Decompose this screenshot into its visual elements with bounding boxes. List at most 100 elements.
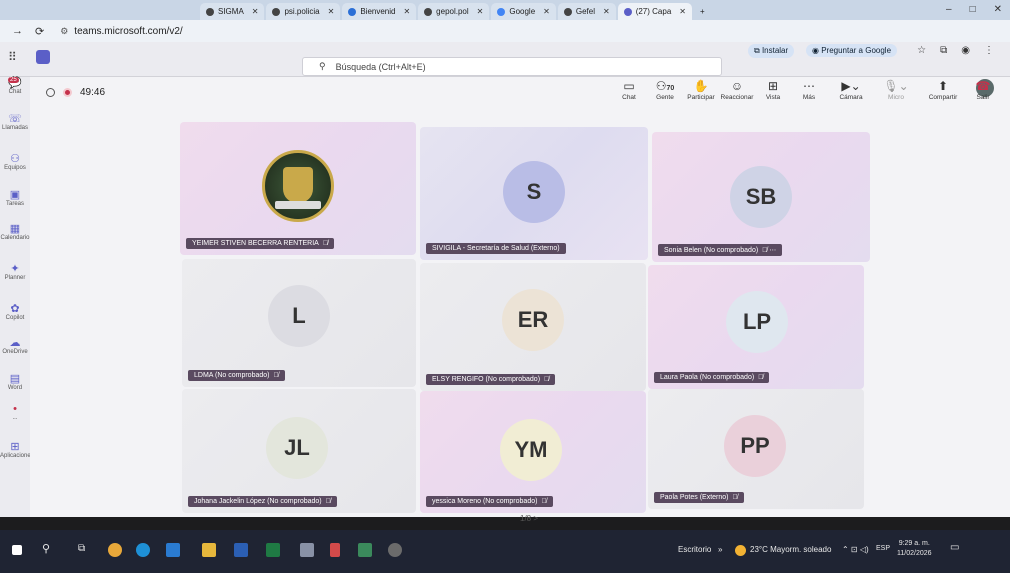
avatar: SB xyxy=(730,166,792,228)
chat-icon: ▭ xyxy=(623,79,635,93)
extensions-icon[interactable]: ⧉ xyxy=(940,45,947,56)
avatar: S xyxy=(503,161,565,223)
rail-item-onedrive[interactable]: ☁ OneDrive xyxy=(0,337,30,355)
rail-item-word[interactable]: ▤ Word xyxy=(0,373,30,391)
close-icon[interactable]: ✕ xyxy=(603,7,610,16)
windows-start-icon[interactable] xyxy=(12,545,22,555)
app-icon[interactable] xyxy=(358,543,372,557)
excel-icon[interactable] xyxy=(266,543,280,557)
close-icon[interactable]: ✕ xyxy=(477,7,484,16)
camera-off-icon: ▶⌄ xyxy=(841,79,861,93)
participant-tile[interactable]: PP Paola Potes (Externo) 🎙̸ xyxy=(648,389,864,509)
rail-item-copilot[interactable]: ✿ Copilot xyxy=(0,303,30,321)
browser-tab[interactable]: psi.policia ✕ xyxy=(266,3,341,20)
weather-text[interactable]: 23°C Mayorm. soleado xyxy=(750,545,831,554)
ask-google-button[interactable]: ◉ Preguntar a Google xyxy=(806,44,898,57)
site-settings-icon[interactable]: ⚙ xyxy=(60,26,68,37)
participant-tile[interactable]: YM yessica Moreno (No comprobado) 🎙̸ xyxy=(420,391,646,513)
participant-tile[interactable]: JL Johana Jackelin López (No comprobado)… xyxy=(182,389,416,513)
star-icon[interactable]: ☆ xyxy=(917,45,926,56)
close-icon[interactable]: ✕ xyxy=(403,7,410,16)
file-explorer-icon[interactable] xyxy=(202,543,216,557)
rail-item-planner[interactable]: ✦ Planner xyxy=(0,263,30,281)
store-icon[interactable] xyxy=(166,543,180,557)
reload-icon[interactable]: ⟳ xyxy=(35,25,44,38)
browser-tab-strip: SIGMA ✕ psi.policia ✕ Bienvenid ✕ gepol.pol… xyxy=(0,0,1010,20)
react-button[interactable]: ☺ Reaccionar xyxy=(720,79,754,101)
app-icon[interactable] xyxy=(388,543,402,557)
participant-tile[interactable]: YEIMER STIVEN BECERRA RENTERIA 🎙̸ xyxy=(180,122,416,255)
close-window-icon[interactable]: ✕ xyxy=(994,4,1002,15)
word-icon[interactable] xyxy=(234,543,248,557)
new-tab-label: + xyxy=(699,7,705,16)
tool-label: Micro xyxy=(888,94,904,101)
tray-icons[interactable]: ⌃ ⊡ ◁) xyxy=(842,545,869,554)
url-text: teams.microsoft.com/v2/ xyxy=(74,25,183,37)
app-icon[interactable] xyxy=(300,543,314,557)
rail-item-chat[interactable]: 25 💬 Chat xyxy=(0,77,30,95)
rail-label: Tareas xyxy=(5,201,24,207)
participant-tile[interactable]: ER ELSY RENGIFO (No comprobado) 🎙̸ xyxy=(420,263,646,391)
camera-button[interactable]: ▶⌄ Cámara xyxy=(828,79,874,101)
chevron-icon[interactable]: » xyxy=(718,545,722,554)
edge-icon[interactable] xyxy=(136,543,150,557)
paint-icon[interactable] xyxy=(330,543,340,557)
browser-tab[interactable]: Gefel ✕ xyxy=(557,3,616,20)
close-icon[interactable]: ✕ xyxy=(328,7,335,16)
mic-button[interactable]: 🎙⌄ Micro xyxy=(876,79,916,101)
avatar: PP xyxy=(724,415,786,477)
share-button[interactable]: ⬆ Compartir xyxy=(918,79,968,101)
gallery-pager[interactable]: 1/8 > xyxy=(520,514,538,523)
task-view-icon[interactable]: ⧉ xyxy=(78,543,85,554)
language-indicator[interactable]: ESP xyxy=(876,545,890,552)
browser-tab[interactable]: Bienvenid ✕ xyxy=(342,3,417,20)
maximize-icon[interactable]: □ xyxy=(970,4,976,15)
browser-tab[interactable]: SIGMA ✕ xyxy=(200,3,265,20)
rail-item-calendar[interactable]: ▦ Calendario xyxy=(0,223,30,241)
forward-icon[interactable]: → xyxy=(12,25,23,37)
raise-hand-button[interactable]: ✋ Participar xyxy=(684,79,718,101)
search-input[interactable]: ⚲ Búsqueda (Ctrl+Alt+E) xyxy=(302,57,722,76)
participant-tile[interactable]: LP Laura Paola (No comprobado) 🎙̸ xyxy=(648,265,864,389)
view-button[interactable]: ⊞ Vista xyxy=(756,79,790,101)
profile-icon[interactable]: ◉ xyxy=(961,45,970,56)
new-tab-button[interactable]: + xyxy=(694,3,711,20)
close-icon[interactable]: ✕ xyxy=(543,7,550,16)
more-button[interactable]: ⋯ Más xyxy=(792,79,826,101)
notifications-icon[interactable]: ▭ xyxy=(950,542,959,553)
desktop-label[interactable]: Escritorio xyxy=(678,545,711,554)
browser-tab-active[interactable]: (27) Capa ✕ xyxy=(617,3,692,20)
search-icon[interactable]: ⚲ xyxy=(42,542,50,555)
emoji-icon: ☺ xyxy=(730,79,744,93)
tool-label: Reaccionar xyxy=(720,94,754,101)
people-button[interactable]: ⚇70 Gente xyxy=(648,79,682,101)
rail-label: Calendario xyxy=(0,235,30,241)
close-icon[interactable]: ✕ xyxy=(679,7,686,16)
leave-button[interactable]: ☎ Salir xyxy=(968,79,998,101)
participant-tile[interactable]: S SIVIGILA - Secretaría de Salud (Extern… xyxy=(420,127,648,260)
clock[interactable]: 9:29 a. m. 11/02/2026 xyxy=(897,539,932,559)
participant-tile[interactable]: SB Sonia Belen (No comprobado) 🎙̸ ⋯ xyxy=(652,132,870,262)
chat-button[interactable]: ▭ Chat xyxy=(612,79,646,101)
people-count: 70 xyxy=(666,85,675,92)
browser-tab[interactable]: Google ✕ xyxy=(491,3,556,20)
browser-tab[interactable]: gepol.pol ✕ xyxy=(418,3,490,20)
url-field[interactable]: ⚙ teams.microsoft.com/v2/ xyxy=(60,26,182,37)
participant-tile[interactable]: L LDMA (No comprobado) 🎙̸ xyxy=(182,259,416,387)
tool-label: Más xyxy=(802,94,816,101)
menu-icon[interactable]: ⋮ xyxy=(984,45,994,56)
minimize-icon[interactable]: – xyxy=(946,4,952,15)
mic-muted-icon: 🎙̸ xyxy=(322,240,329,247)
install-button[interactable]: ⧉ Instalar xyxy=(748,44,795,58)
app-launcher-icon[interactable]: ⠿ xyxy=(8,50,17,64)
initials: SB xyxy=(745,184,777,209)
rail-item-more[interactable]: •... xyxy=(0,403,30,421)
mic-muted-icon: 🎙̸ xyxy=(732,494,738,501)
rail-item-apps[interactable]: ⊞ Aplicaciones xyxy=(0,441,34,459)
rail-item-calls[interactable]: ☏ Llamadas xyxy=(0,113,30,131)
chrome-icon[interactable] xyxy=(108,543,122,557)
install-label: Instalar xyxy=(761,46,789,55)
rail-item-tasks[interactable]: ▣ Tareas xyxy=(0,189,30,207)
rail-item-teams[interactable]: ⚇ Equipos xyxy=(0,153,30,171)
close-icon[interactable]: ✕ xyxy=(252,7,259,16)
